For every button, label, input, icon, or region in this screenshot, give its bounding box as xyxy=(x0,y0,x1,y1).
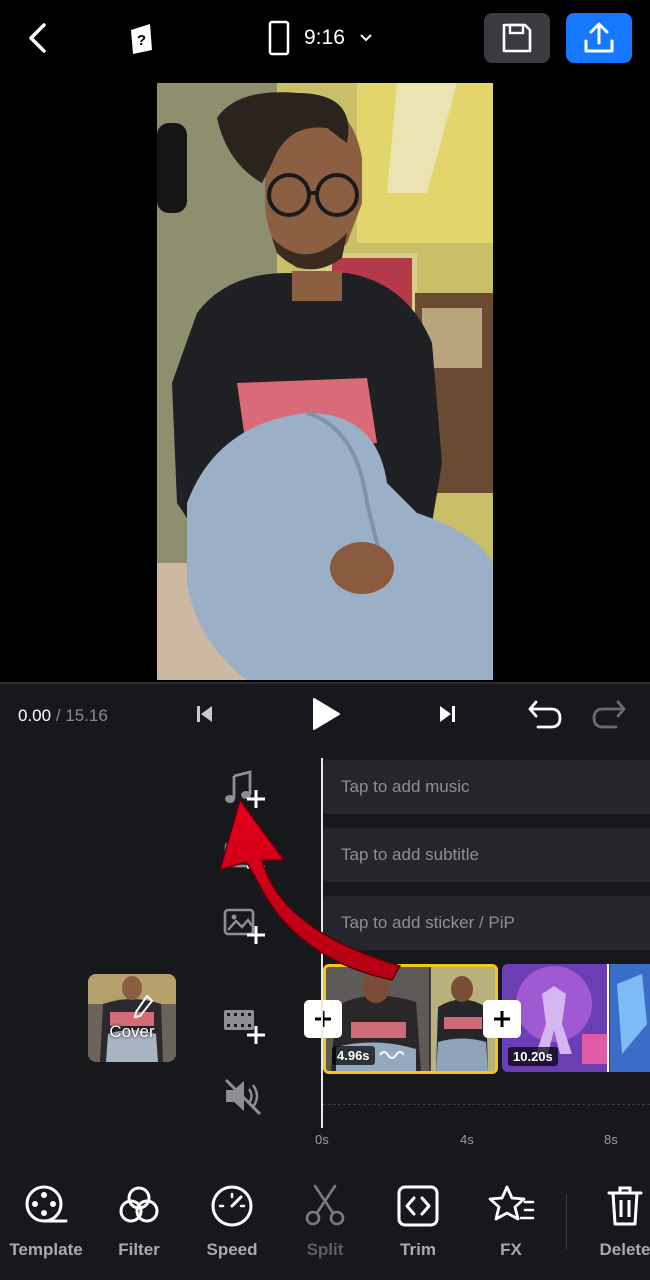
subtitle-track[interactable]: Tap to add subtitle xyxy=(323,828,650,882)
tool-speed[interactable]: Speed xyxy=(187,1182,277,1260)
filter-icon xyxy=(119,1186,159,1223)
add-transition-button-right[interactable] xyxy=(483,1000,521,1038)
save-draft-button[interactable] xyxy=(484,13,550,63)
mute-icon[interactable] xyxy=(222,1074,266,1118)
current-time: 0.00 xyxy=(18,706,52,725)
video-frame xyxy=(157,83,493,680)
aspect-ratio-label: 9:16 xyxy=(304,26,345,49)
tick-label: 8s xyxy=(604,1132,618,1147)
upload-icon xyxy=(584,22,614,53)
tool-fx[interactable]: FX xyxy=(466,1182,556,1260)
tool-filter[interactable]: Filter xyxy=(94,1182,184,1260)
skip-to-end-icon[interactable] xyxy=(434,701,460,727)
svg-text:T: T xyxy=(235,848,244,864)
cover-button[interactable]: Cover xyxy=(88,974,176,1062)
tool-label: Delete xyxy=(599,1240,650,1259)
save-icon xyxy=(502,23,532,53)
tool-label: Split xyxy=(306,1240,344,1259)
tool-template[interactable]: Template xyxy=(1,1182,91,1260)
undo-icon[interactable] xyxy=(526,696,564,732)
tool-label: FX xyxy=(500,1240,522,1259)
cover-label: Cover xyxy=(109,1022,155,1041)
playhead[interactable] xyxy=(321,758,323,1128)
clip-duration-2: 10.20s xyxy=(508,1047,558,1066)
tick-label: 4s xyxy=(460,1132,474,1147)
top-bar: ? 9:16 xyxy=(0,0,650,80)
edit-pencil-icon xyxy=(133,994,154,1019)
svg-text:?: ? xyxy=(137,32,146,49)
video-clip-selected[interactable]: 4.96s xyxy=(323,964,498,1074)
add-transition-button-left[interactable] xyxy=(304,1000,342,1038)
total-time: / 15.16 xyxy=(55,706,108,725)
toolbar-divider xyxy=(566,1194,567,1250)
redo-icon[interactable] xyxy=(590,696,628,732)
tool-label: Filter xyxy=(118,1240,160,1259)
scissors-icon xyxy=(305,1184,345,1226)
help-icon[interactable]: ? xyxy=(124,20,160,56)
music-track[interactable]: Tap to add music xyxy=(323,760,650,814)
trim-icon xyxy=(397,1185,439,1227)
audio-wave-icon xyxy=(379,1051,404,1059)
back-icon[interactable] xyxy=(20,20,56,56)
play-icon[interactable] xyxy=(305,694,345,734)
bottom-toolbar: Template Filter Speed Split Trim FX Dele… xyxy=(0,1164,650,1280)
editor-panel: 0.00 / 15.16 T Tap to add music Tap to a… xyxy=(0,682,650,1280)
tick-label: 0s xyxy=(315,1132,329,1147)
plus-icon xyxy=(315,1011,331,1027)
tool-trim[interactable]: Trim xyxy=(373,1182,463,1260)
add-clip-icon[interactable] xyxy=(222,1002,266,1046)
aspect-ratio-selector[interactable]: 9:16 xyxy=(268,18,373,58)
trash-icon xyxy=(607,1186,643,1226)
clip-duration: 4.96s xyxy=(332,1046,375,1065)
phone-portrait-icon xyxy=(268,20,290,56)
speed-icon xyxy=(211,1185,253,1227)
add-sticker-icon[interactable] xyxy=(222,904,266,948)
fx-icon xyxy=(488,1185,535,1221)
export-button[interactable] xyxy=(566,13,632,63)
tool-label: Template xyxy=(9,1240,83,1259)
plus-icon xyxy=(494,1011,510,1027)
chevron-down-icon xyxy=(360,34,372,42)
tool-label: Trim xyxy=(400,1240,436,1259)
tool-label: Speed xyxy=(206,1240,258,1259)
template-icon xyxy=(25,1185,68,1223)
video-clip[interactable]: 10.20s xyxy=(502,964,650,1072)
sticker-track[interactable]: Tap to add sticker / PiP xyxy=(323,896,650,950)
skip-to-start-icon[interactable] xyxy=(192,701,218,727)
time-display: 0.00 / 15.16 xyxy=(18,706,108,726)
add-subtitle-icon[interactable]: T xyxy=(222,836,266,880)
add-music-icon[interactable] xyxy=(222,768,266,812)
timeline-ruler xyxy=(323,1104,650,1116)
tool-split[interactable]: Split xyxy=(280,1182,370,1260)
video-preview[interactable] xyxy=(0,80,650,742)
tool-delete[interactable]: Delete xyxy=(580,1182,650,1260)
